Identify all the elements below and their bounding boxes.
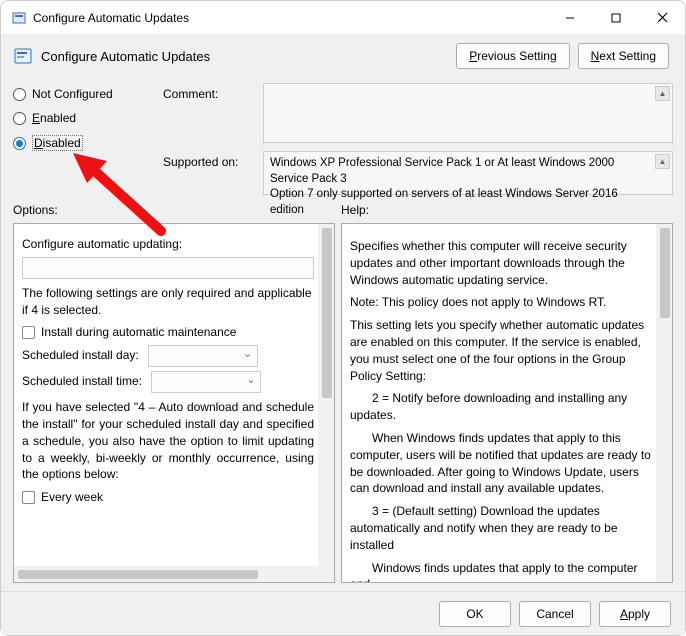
close-button[interactable] [639,2,685,34]
help-paragraph: 3 = (Default setting) Download the updat… [350,503,652,553]
gpedit-dialog: Configure Automatic Updates Configure Au… [0,0,686,636]
help-label: Help: [341,203,369,217]
vertical-scrollbar[interactable] [318,224,334,582]
supported-on-label: Supported on: [163,151,253,169]
scroll-up-icon[interactable]: ▲ [655,86,670,101]
next-setting-button[interactable]: Next Setting [578,43,669,69]
state-radio-group: Not Configured Enabled Disabled [13,83,163,195]
window-controls [547,2,685,34]
help-paragraph: Windows finds updates that apply to the … [350,560,652,583]
config-area: Not Configured Enabled Disabled Comment:… [1,77,685,195]
window-title: Configure Automatic Updates [33,11,547,25]
radio-icon [13,88,26,101]
help-paragraph: This setting lets you specify whether au… [350,317,652,384]
dialog-footer: OK Cancel Apply [1,591,685,635]
configure-updating-dropdown[interactable] [22,257,314,279]
minimize-button[interactable] [547,2,593,34]
checkbox-icon [22,326,35,339]
checkbox-icon [22,491,35,504]
policy-big-icon [13,46,33,66]
previous-setting-button[interactable]: Previous Setting [456,43,569,69]
apply-button[interactable]: Apply [599,601,671,627]
supported-on-box: Windows XP Professional Service Pack 1 o… [263,151,673,195]
comment-field[interactable]: ▲ [263,83,673,143]
help-paragraph: When Windows finds updates that apply to… [350,430,652,497]
policy-name: Configure Automatic Updates [41,49,456,64]
configure-updating-label: Configure automatic updating: [22,236,314,253]
required-note: The following settings are only required… [22,285,314,319]
help-paragraph: Note: This policy does not apply to Wind… [350,294,652,311]
comment-label: Comment: [163,83,253,101]
help-paragraph: 2 = Notify before downloading and instal… [350,390,652,424]
schedule-note: If you have selected "4 – Auto download … [22,399,314,483]
install-during-maintenance-checkbox[interactable]: Install during automatic maintenance [22,324,314,341]
policy-icon [11,10,27,26]
scheduled-time-dropdown[interactable] [151,371,261,393]
ok-button[interactable]: OK [439,601,511,627]
vertical-scrollbar[interactable] [656,224,672,582]
scheduled-day-label: Scheduled install day: [22,348,139,362]
radio-icon [13,112,26,125]
help-panel: Specifies whether this computer will rec… [341,223,673,583]
titlebar: Configure Automatic Updates [1,1,685,35]
scrollbar-thumb[interactable] [660,228,670,318]
main-panels: Configure automatic updating: The follow… [1,221,685,591]
cancel-button[interactable]: Cancel [519,601,591,627]
scrollbar-thumb[interactable] [18,570,258,579]
scheduled-time-label: Scheduled install time: [22,374,142,388]
radio-not-configured[interactable]: Not Configured [13,87,163,101]
scroll-up-icon[interactable]: ▲ [655,154,670,169]
options-panel: Configure automatic updating: The follow… [13,223,335,583]
scrollbar-thumb[interactable] [322,228,332,398]
radio-disabled[interactable]: Disabled [13,135,163,151]
scheduled-day-dropdown[interactable] [148,345,258,367]
horizontal-scrollbar[interactable] [14,566,318,582]
maximize-button[interactable] [593,2,639,34]
help-paragraph: Specifies whether this computer will rec… [350,238,652,288]
radio-enabled[interactable]: Enabled [13,111,163,125]
radio-icon [13,137,26,150]
every-week-checkbox[interactable]: Every week [22,489,314,506]
subtitle-bar: Configure Automatic Updates Previous Set… [1,35,685,77]
